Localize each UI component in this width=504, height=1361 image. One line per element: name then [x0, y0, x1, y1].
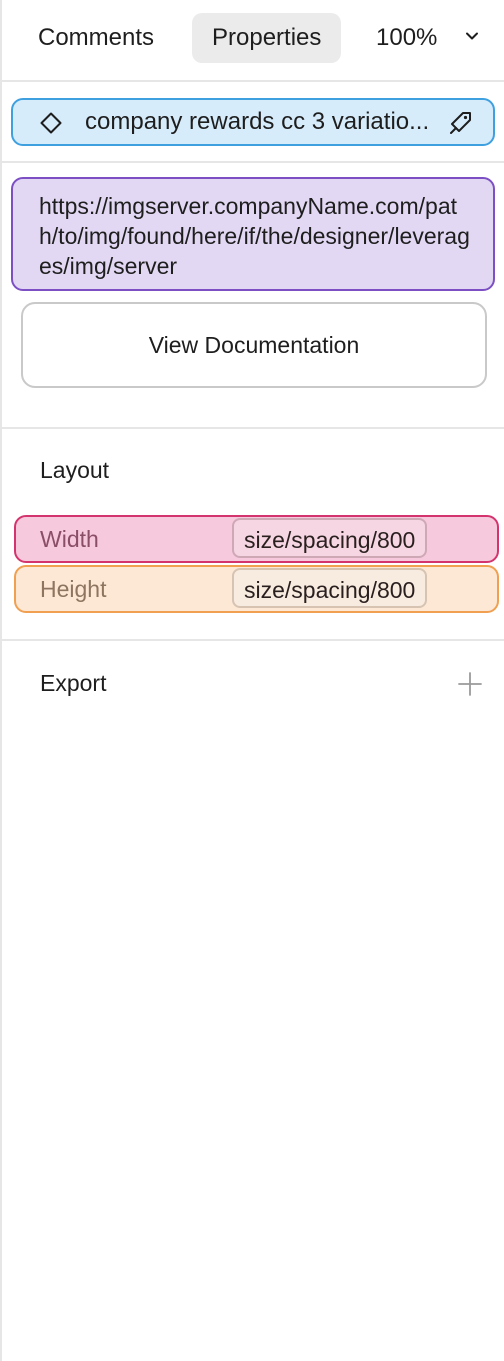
divider [2, 161, 504, 163]
properties-panel: Comments Properties 100% company rewards… [0, 0, 504, 1361]
tab-comments[interactable]: Comments [18, 13, 174, 63]
component-name: company rewards cc 3 variatio... [85, 108, 430, 135]
chevron-down-icon[interactable] [464, 28, 480, 44]
component-link-icon[interactable] [447, 110, 473, 136]
height-property-row: Height size/spacing/800 [14, 565, 499, 613]
zoom-level[interactable]: 100% [376, 13, 437, 63]
export-section-title: Export [40, 670, 107, 696]
view-documentation-button[interactable]: View Documentation [21, 302, 487, 388]
divider [2, 427, 504, 429]
width-token[interactable]: size/spacing/800 [232, 518, 428, 558]
image-url-text[interactable]: https://imgserver.companyName.com/path/t… [11, 177, 495, 291]
tab-properties[interactable]: Properties [192, 13, 342, 63]
component-instance-row[interactable]: company rewards cc 3 variatio... [11, 98, 495, 146]
height-label: Height [40, 576, 107, 602]
divider [2, 639, 504, 641]
width-property-row: Width size/spacing/800 [14, 515, 499, 563]
height-token[interactable]: size/spacing/800 [232, 568, 428, 608]
plus-icon[interactable] [457, 671, 483, 697]
panel-header: Comments Properties 100% [2, 0, 504, 82]
width-label: Width [40, 526, 99, 552]
diamond-icon [40, 112, 62, 134]
layout-section-title: Layout [40, 457, 110, 483]
